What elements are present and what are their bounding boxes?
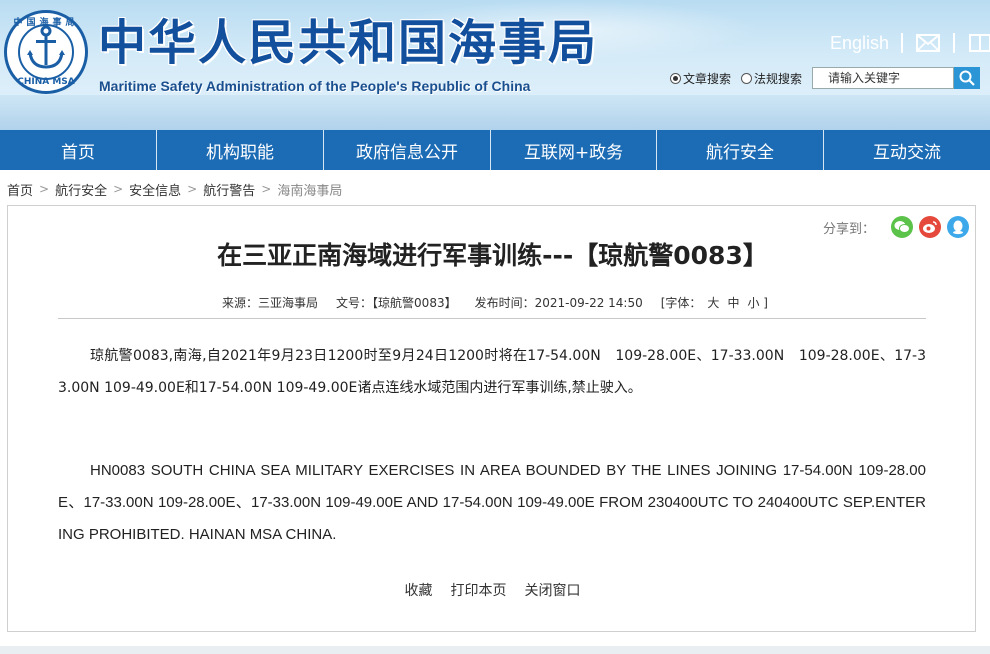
top-link-separator <box>953 33 956 53</box>
header-sea-decoration <box>0 95 990 130</box>
weibo-share-icon[interactable] <box>919 216 941 238</box>
share-bar: 分享到： <box>823 216 969 238</box>
search-type-law[interactable]: 法规搜索 <box>741 70 802 87</box>
nav-item-navigation-safety[interactable]: 航行安全 <box>657 130 824 170</box>
breadcrumb-separator: > <box>113 182 124 196</box>
top-links: English <box>830 30 990 56</box>
favorite-button[interactable]: 收藏 <box>405 580 433 600</box>
breadcrumb: 首页 > 航行安全 > 安全信息 > 航行警告 > 海南海事局 <box>7 180 342 199</box>
main-nav: 首页 机构职能 政府信息公开 互联网+政务 航行安全 互动交流 <box>0 130 990 170</box>
print-button[interactable]: 打印本页 <box>451 580 507 600</box>
search-input[interactable] <box>812 67 955 89</box>
font-size-medium[interactable]: 中 <box>727 294 739 312</box>
search-button[interactable] <box>954 67 981 89</box>
nav-item-internet-gov[interactable]: 互联网+政务 <box>491 130 657 170</box>
breadcrumb-home[interactable]: 首页 <box>7 180 33 199</box>
site-title-en: Maritime Safety Administration of the Pe… <box>99 78 531 94</box>
font-size-label: [字体： <box>660 296 702 310</box>
article-body-cn: 琼航警0083,南海,自2021年9月23日1200时至9月24日1200时将在… <box>58 348 926 396</box>
font-size-large[interactable]: 大 <box>707 294 719 312</box>
article-meta: 来源：三亚海事局 文号：【琼航警0083】 发布时间：2021-09-22 14… <box>8 294 977 312</box>
meta-divider <box>58 318 926 319</box>
search-type-label: 文章搜索 <box>683 71 732 86</box>
qq-share-icon[interactable] <box>947 216 969 238</box>
wechat-share-icon[interactable] <box>891 216 913 238</box>
msa-logo[interactable]: 中国海事局 CHINA MSA <box>4 10 88 94</box>
site-title-cn[interactable]: 中华人民共和国海事局 <box>98 14 598 72</box>
breadcrumb-separator: > <box>187 182 198 196</box>
breadcrumb-navigation-safety[interactable]: 航行安全 <box>55 180 107 199</box>
breadcrumb-separator: > <box>261 182 272 196</box>
article-actions: 收藏 打印本页 关闭窗口 <box>8 580 977 600</box>
search-bar: 文章搜索 法规搜索 <box>670 66 981 90</box>
mail-icon[interactable] <box>915 33 941 53</box>
book-icon[interactable] <box>967 33 990 53</box>
article-panel: 分享到： 在三亚正南海域进行军事训练---【琼航警0083】 来源：三亚海事局 … <box>7 205 976 632</box>
english-link[interactable]: English <box>830 33 889 54</box>
breadcrumb-separator: > <box>39 182 50 196</box>
top-link-separator <box>901 33 904 53</box>
anchor-icon <box>27 25 65 69</box>
search-icon <box>959 70 975 86</box>
article-publish-time: 发布时间：2021-09-22 14:50 <box>474 296 643 310</box>
nav-item-home[interactable]: 首页 <box>0 130 157 170</box>
site-header: 中国海事局 CHINA MSA 中华人民共和国海事局 Maritime Safe… <box>0 0 990 130</box>
nav-item-functions[interactable]: 机构职能 <box>157 130 324 170</box>
article-source: 来源：三亚海事局 <box>222 296 319 310</box>
search-type-article[interactable]: 文章搜索 <box>670 70 731 87</box>
font-size-small[interactable]: 小 ] <box>747 294 768 312</box>
radio-unselected[interactable] <box>741 72 753 84</box>
share-label: 分享到： <box>822 221 875 237</box>
article-title: 在三亚正南海域进行军事训练---【琼航警0083】 <box>217 241 768 270</box>
radio-selected[interactable] <box>670 72 681 84</box>
breadcrumb-current[interactable]: 海南海事局 <box>277 180 342 199</box>
footer-strip <box>0 646 990 654</box>
logo-text-bottom: CHINA MSA <box>17 77 75 87</box>
breadcrumb-safety-info[interactable]: 安全信息 <box>129 180 181 199</box>
article-doc-number: 文号：【琼航警0083】 <box>336 296 457 310</box>
search-type-label: 法规搜索 <box>754 71 803 86</box>
close-window-button[interactable]: 关闭窗口 <box>525 580 581 600</box>
nav-item-interaction[interactable]: 互动交流 <box>824 130 990 170</box>
article-body-en: HN0083 SOUTH CHINA SEA MILITARY EXERCISE… <box>58 462 926 543</box>
breadcrumb-nav-warnings[interactable]: 航行警告 <box>203 180 255 199</box>
nav-item-gov-info[interactable]: 政府信息公开 <box>324 130 491 170</box>
